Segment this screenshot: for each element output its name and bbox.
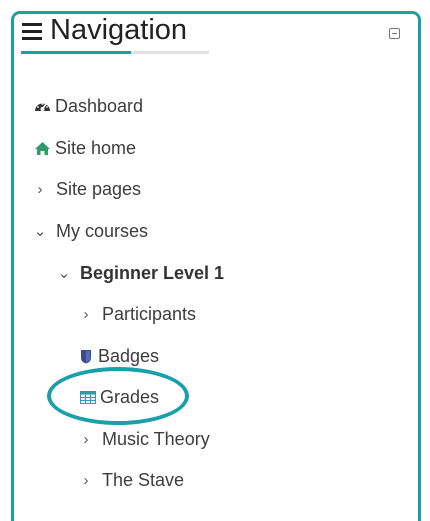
dashboard-icon <box>33 97 51 115</box>
collapse-block-button[interactable] <box>389 28 400 39</box>
chevron-down-icon: ⌄ <box>33 223 47 240</box>
nav-item-participants[interactable]: › Participants <box>79 299 197 329</box>
nav-item-beginner-level-1[interactable]: ⌄ Beginner Level 1 <box>57 258 224 288</box>
chevron-right-icon: › <box>37 180 43 198</box>
nav-item-site-pages[interactable]: › Site pages <box>33 174 142 204</box>
nav-item-dashboard-label: Dashboard <box>55 95 144 116</box>
nav-item-site-home[interactable]: Site home <box>33 133 136 163</box>
nav-item-the-stave-label: The Stave <box>102 469 185 490</box>
nav-item-music-theory[interactable]: › Music Theory <box>79 424 210 454</box>
nav-item-the-stave[interactable]: › The Stave <box>79 465 185 495</box>
home-icon <box>33 139 51 157</box>
nav-item-site-pages-label: Site pages <box>56 178 142 199</box>
nav-item-dashboard[interactable]: Dashboard <box>33 91 143 121</box>
nav-item-my-courses[interactable]: ⌄ My courses <box>33 216 148 246</box>
nav-item-grades-label: Grades <box>100 386 160 407</box>
chevron-right-icon: › <box>83 430 89 448</box>
nav-item-grades[interactable]: Grades <box>79 382 159 412</box>
nav-item-beginner-level-1-label: Beginner Level 1 <box>80 262 225 283</box>
badge-icon <box>79 347 93 365</box>
nav-item-badges-label: Badges <box>98 345 160 366</box>
navigation-header: Navigation <box>21 14 209 50</box>
nav-item-badges[interactable]: Badges <box>79 341 159 371</box>
hamburger-icon <box>22 23 42 40</box>
title-underline-accent <box>21 51 131 54</box>
nav-item-music-theory-label: Music Theory <box>102 428 210 449</box>
table-icon <box>79 388 97 406</box>
navigation-title: Navigation <box>50 14 188 46</box>
nav-item-participants-label: Participants <box>102 303 197 324</box>
chevron-down-icon: ⌄ <box>57 265 71 282</box>
nav-item-site-home-label: Site home <box>55 137 137 158</box>
chevron-right-icon: › <box>83 471 89 489</box>
nav-item-my-courses-label: My courses <box>56 220 149 241</box>
chevron-right-icon: › <box>83 305 89 323</box>
